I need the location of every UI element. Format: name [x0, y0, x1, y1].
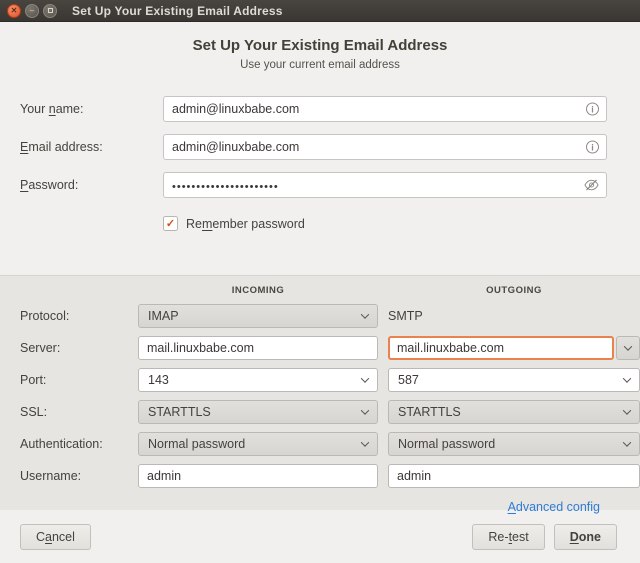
port-label: Port: — [20, 373, 128, 387]
email-label: Email address: — [20, 140, 163, 154]
remember-password-row: ✓ Remember password — [163, 216, 640, 231]
incoming-authentication-select[interactable]: Normal password — [138, 432, 378, 456]
page-subtitle: Use your current email address — [0, 59, 640, 71]
chevron-down-icon — [361, 438, 369, 446]
incoming-server-input[interactable] — [138, 336, 378, 360]
remember-password-label: Remember password — [186, 217, 305, 231]
chevron-down-icon — [361, 374, 369, 382]
outgoing-authentication-select[interactable]: Normal password — [388, 432, 640, 456]
cancel-button[interactable]: Cancel — [20, 524, 91, 550]
protocol-label: Protocol: — [20, 309, 128, 323]
chevron-down-icon — [624, 342, 632, 350]
password-label: Password: — [20, 178, 163, 192]
server-config-section: INCOMING OUTGOING Protocol: IMAP SMTP Se… — [0, 275, 640, 510]
page-title: Set Up Your Existing Email Address — [0, 37, 640, 54]
maximize-glyph — [48, 8, 53, 13]
name-input[interactable] — [163, 96, 607, 122]
name-label: Your name: — [20, 102, 163, 116]
email-input[interactable] — [163, 134, 607, 160]
ssl-label: SSL: — [20, 405, 128, 419]
remember-password-checkbox[interactable]: ✓ — [163, 216, 178, 231]
chevron-down-icon — [361, 310, 369, 318]
identity-form: Your name: i Email address: i Password: — [0, 96, 640, 231]
outgoing-port-combo[interactable]: 587 — [388, 368, 640, 392]
incoming-port-combo[interactable]: 143 — [138, 368, 378, 392]
incoming-protocol-select[interactable]: IMAP — [138, 304, 378, 328]
outgoing-server-input[interactable] — [388, 336, 614, 360]
maximize-icon[interactable] — [43, 4, 57, 18]
chevron-down-icon — [361, 406, 369, 414]
titlebar: ✕ – Set Up Your Existing Email Address — [0, 0, 640, 22]
identity-section: Set Up Your Existing Email Address Use y… — [0, 22, 640, 275]
outgoing-ssl-select[interactable]: STARTTLS — [388, 400, 640, 424]
eye-slash-icon[interactable] — [584, 179, 599, 191]
retest-button[interactable]: Re-test — [472, 524, 544, 550]
username-label: Username: — [20, 469, 128, 483]
close-icon[interactable]: ✕ — [7, 4, 21, 18]
window-title: Set Up Your Existing Email Address — [72, 4, 283, 18]
password-row: Password: — [0, 172, 640, 198]
outgoing-server-combo — [388, 336, 640, 360]
email-row: Email address: i — [0, 134, 640, 160]
authentication-label: Authentication: — [20, 437, 128, 451]
server-label: Server: — [20, 341, 128, 355]
chevron-down-icon — [623, 406, 631, 414]
footer-bar: Cancel Re-test Done — [0, 510, 640, 563]
outgoing-protocol-value: SMTP — [388, 309, 640, 323]
outgoing-username-input[interactable] — [388, 464, 640, 488]
done-button[interactable]: Done — [554, 524, 617, 550]
info-icon: i — [586, 141, 599, 154]
advanced-config-link[interactable]: Advanced config — [508, 500, 600, 514]
outgoing-server-dropdown-button[interactable] — [616, 336, 640, 360]
incoming-ssl-select[interactable]: STARTTLS — [138, 400, 378, 424]
chevron-down-icon — [623, 374, 631, 382]
incoming-username-input[interactable] — [138, 464, 378, 488]
info-icon: i — [586, 103, 599, 116]
password-input[interactable] — [163, 172, 607, 198]
minimize-icon[interactable]: – — [25, 4, 39, 18]
outgoing-column-header: OUTGOING — [388, 285, 640, 296]
chevron-down-icon — [623, 438, 631, 446]
incoming-column-header: INCOMING — [138, 285, 378, 296]
name-row: Your name: i — [0, 96, 640, 122]
